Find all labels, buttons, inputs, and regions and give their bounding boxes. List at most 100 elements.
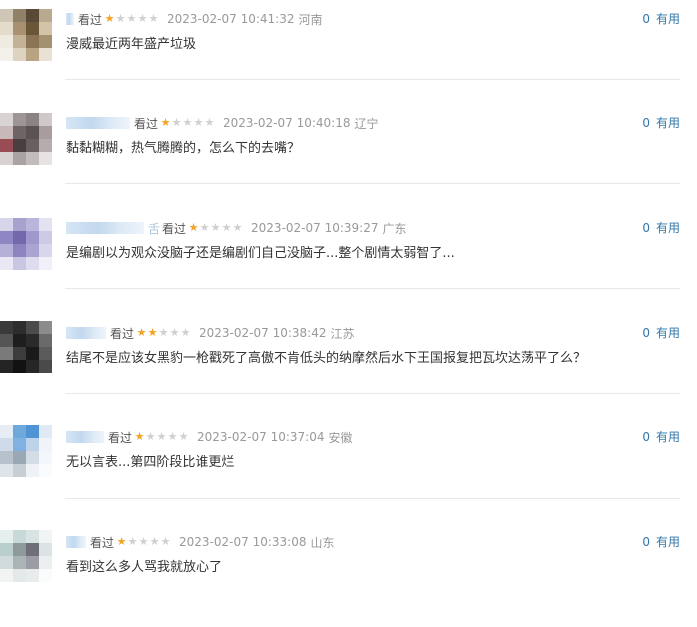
useful-label: 有用 xyxy=(655,116,680,130)
useful-label: 有用 xyxy=(655,12,680,26)
username-blurred[interactable] xyxy=(66,13,74,25)
review-item: 看过 ★ ★ ★ ★ ★ 2023-02-07 10:40:18 辽宁 黏黏糊糊，热气腾… xyxy=(0,104,697,208)
avatar[interactable] xyxy=(0,9,52,61)
review-date: 2023-02-07 10:39:27 xyxy=(251,221,379,235)
comment-text: 漫威最近两年盛产垃圾 xyxy=(66,37,197,52)
watched-label: 看过 xyxy=(110,326,135,341)
review-location: 江苏 xyxy=(330,326,355,341)
review-item: 看过 ★ ★ ★ ★ ★ 2023-02-07 10:33:08 山东 看到这么多人骂我… xyxy=(0,523,697,627)
review-date: 2023-02-07 10:33:08 xyxy=(179,535,307,549)
rating-stars: ★ ★ ★ ★ ★ xyxy=(134,431,189,443)
username-blurred[interactable] xyxy=(66,431,104,443)
useful-count: 0 xyxy=(642,221,650,235)
star-empty-icon: ★ xyxy=(221,221,232,234)
username-blurred[interactable] xyxy=(66,327,106,339)
star-empty-icon: ★ xyxy=(160,535,171,548)
divider xyxy=(65,498,680,499)
review-meta: 舌 看过 ★ ★ ★ ★ ★ 2023-02-07 10:39:27 广东 xyxy=(66,220,407,236)
star-empty-icon: ★ xyxy=(148,12,159,25)
rating-stars: ★ ★ ★ ★ ★ xyxy=(104,13,159,25)
review-meta: 看过 ★ ★ ★ ★ ★ 2023-02-07 10:33:08 山东 xyxy=(66,534,334,550)
divider xyxy=(65,288,680,289)
rating-stars: ★ ★ ★ ★ ★ xyxy=(188,222,243,234)
useful-label: 有用 xyxy=(655,430,680,444)
review-date: 2023-02-07 10:40:18 xyxy=(223,116,351,130)
review-meta: 看过 ★ ★ ★ ★ ★ 2023-02-07 10:37:04 安徽 xyxy=(66,429,352,445)
star-empty-icon: ★ xyxy=(232,221,243,234)
star-filled-icon: ★ xyxy=(136,326,147,339)
username-blurred[interactable] xyxy=(66,222,144,234)
review-item: 看过 ★ ★ ★ ★ ★ 2023-02-07 10:38:42 江苏 结尾不是应该女黑… xyxy=(0,314,697,418)
review-location: 山东 xyxy=(310,535,335,550)
useful-label: 有用 xyxy=(655,221,680,235)
review-location: 辽宁 xyxy=(354,116,379,131)
avatar[interactable] xyxy=(0,218,52,270)
avatar[interactable] xyxy=(0,321,52,373)
review-location: 安徽 xyxy=(328,430,353,445)
avatar[interactable] xyxy=(0,113,52,165)
review-date: 2023-02-07 10:41:32 xyxy=(167,12,295,26)
username-blurred[interactable] xyxy=(66,117,130,129)
comment-text: 黏黏糊糊，热气腾腾的，怎么下的去嘴？ xyxy=(66,141,301,156)
star-empty-icon: ★ xyxy=(126,12,137,25)
comment-text: 结尾不是应该女黑豹一枪戳死了高傲不肯低头的纳摩然后水下王国报复把瓦坎达荡平了么？ xyxy=(66,351,587,366)
review-item: 舌 看过 ★ ★ ★ ★ ★ 2023-02-07 10:39:27 广东 是编剧以为观… xyxy=(0,209,697,313)
watched-label: 看过 xyxy=(108,430,133,445)
review-item: 看过 ★ ★ ★ ★ ★ 2023-02-07 10:37:04 安徽 无以言表...第… xyxy=(0,418,697,522)
review-date: 2023-02-07 10:38:42 xyxy=(199,326,327,340)
star-filled-icon: ★ xyxy=(116,535,127,548)
star-empty-icon: ★ xyxy=(204,116,215,129)
star-filled-icon: ★ xyxy=(134,430,145,443)
rating-stars: ★ ★ ★ ★ ★ xyxy=(136,327,191,339)
star-empty-icon: ★ xyxy=(210,221,221,234)
star-empty-icon: ★ xyxy=(178,430,189,443)
star-filled-icon: ★ xyxy=(147,326,158,339)
star-empty-icon: ★ xyxy=(115,12,126,25)
rating-stars: ★ ★ ★ ★ ★ xyxy=(116,536,171,548)
review-meta: 看过 ★ ★ ★ ★ ★ 2023-02-07 10:41:32 河南 xyxy=(66,11,322,27)
watched-label: 看过 xyxy=(134,116,159,131)
review-meta: 看过 ★ ★ ★ ★ ★ 2023-02-07 10:38:42 江苏 xyxy=(66,325,354,341)
comment-text: 是编剧以为观众没脑子还是编剧们自己没脑子...整个剧情太弱智了... xyxy=(66,246,455,261)
review-item: 看过 ★ ★ ★ ★ ★ 2023-02-07 10:41:32 河南 漫威最近两年盛产… xyxy=(0,0,697,104)
avatar[interactable] xyxy=(0,425,52,477)
useful-button[interactable]: 0 有用 xyxy=(642,325,680,341)
review-date: 2023-02-07 10:37:04 xyxy=(197,430,325,444)
username-suffix[interactable]: 舌 xyxy=(148,220,160,237)
watched-label: 看过 xyxy=(78,12,103,27)
useful-button[interactable]: 0 有用 xyxy=(642,115,680,131)
star-empty-icon: ★ xyxy=(138,535,149,548)
useful-button[interactable]: 0 有用 xyxy=(642,220,680,236)
watched-label: 看过 xyxy=(90,535,115,550)
useful-count: 0 xyxy=(642,116,650,130)
username-blurred[interactable] xyxy=(66,536,86,548)
useful-count: 0 xyxy=(642,12,650,26)
useful-count: 0 xyxy=(642,535,650,549)
watched-label: 看过 xyxy=(162,221,187,236)
star-empty-icon: ★ xyxy=(171,116,182,129)
useful-label: 有用 xyxy=(655,535,680,549)
review-location: 河南 xyxy=(298,12,323,27)
comment-text: 无以言表...第四阶段比谁更烂 xyxy=(66,455,235,470)
avatar[interactable] xyxy=(0,530,52,582)
divider xyxy=(65,393,680,394)
rating-stars: ★ ★ ★ ★ ★ xyxy=(160,117,215,129)
star-empty-icon: ★ xyxy=(199,221,210,234)
star-filled-icon: ★ xyxy=(160,116,171,129)
star-filled-icon: ★ xyxy=(188,221,199,234)
useful-button[interactable]: 0 有用 xyxy=(642,534,680,550)
useful-count: 0 xyxy=(642,430,650,444)
useful-button[interactable]: 0 有用 xyxy=(642,11,680,27)
useful-button[interactable]: 0 有用 xyxy=(642,429,680,445)
useful-count: 0 xyxy=(642,326,650,340)
star-empty-icon: ★ xyxy=(127,535,138,548)
star-empty-icon: ★ xyxy=(180,326,191,339)
review-location: 广东 xyxy=(382,221,407,236)
comment-text: 看到这么多人骂我就放心了 xyxy=(66,560,223,575)
star-empty-icon: ★ xyxy=(182,116,193,129)
useful-label: 有用 xyxy=(655,326,680,340)
review-meta: 看过 ★ ★ ★ ★ ★ 2023-02-07 10:40:18 辽宁 xyxy=(66,115,378,131)
star-empty-icon: ★ xyxy=(167,430,178,443)
star-empty-icon: ★ xyxy=(169,326,180,339)
star-empty-icon: ★ xyxy=(156,430,167,443)
